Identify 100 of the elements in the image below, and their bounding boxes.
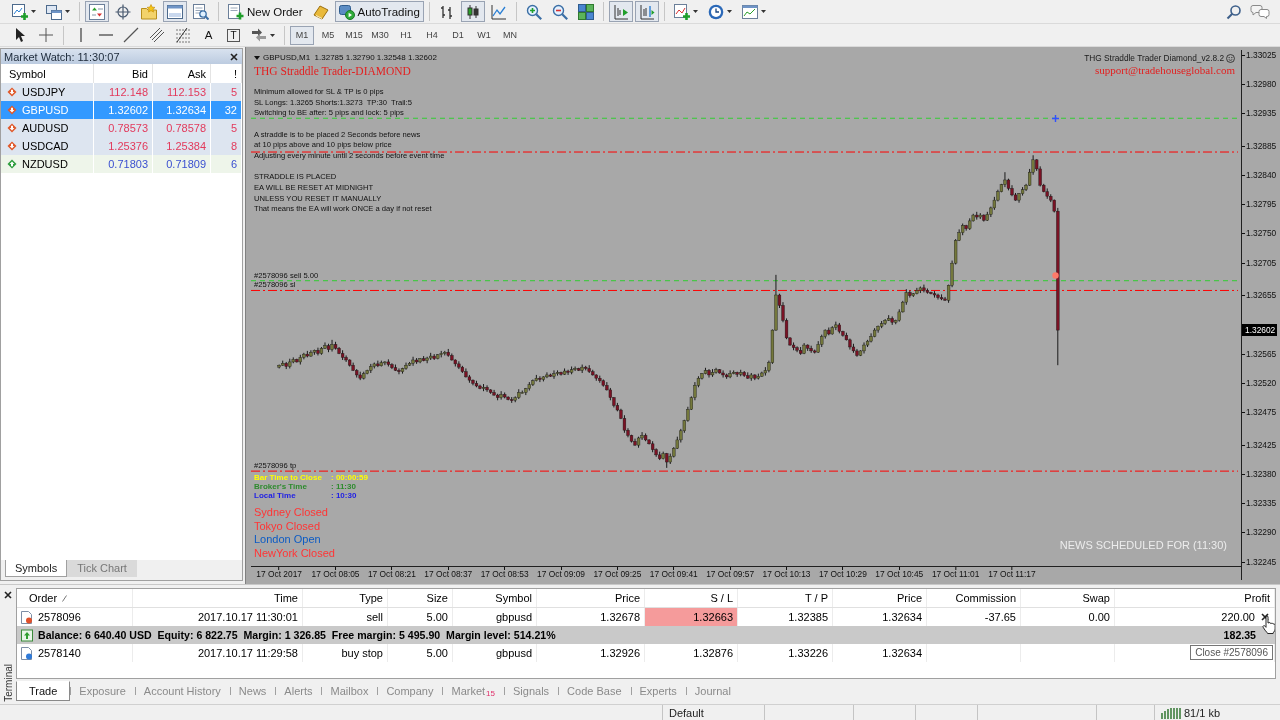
new-order-button[interactable]: New Order: [224, 1, 307, 22]
vertical-line-icon: [79, 28, 82, 42]
clock-icon: [707, 3, 724, 20]
close-button[interactable]: [228, 50, 240, 63]
timeframe-button[interactable]: M15: [342, 25, 366, 45]
auto-scroll-button[interactable]: [608, 1, 633, 22]
table-cell: 2578140: [38, 647, 81, 659]
search-icon: [1226, 3, 1242, 20]
table-cell: GBPUSD: [22, 104, 69, 116]
column-header[interactable]: Swap: [1082, 592, 1110, 604]
triangle-icon: [254, 55, 260, 60]
column-header[interactable]: Price: [614, 592, 640, 604]
table-cell: 1.32876: [645, 644, 738, 662]
timeframe-button[interactable]: W1: [472, 25, 496, 45]
session-status: Tokyo Closed: [254, 519, 322, 533]
table-cell: 220.00: [1221, 611, 1255, 623]
axis-label: 1.32380: [1242, 468, 1277, 480]
current-price-label: 1.32602: [1242, 324, 1278, 337]
column-header[interactable]: S / L: [710, 592, 733, 604]
table-cell: 2017.10.17 11:29:58: [133, 644, 303, 662]
trend-line-icon: [123, 27, 139, 43]
channel-icon: [149, 27, 165, 43]
table-cell: 1.32634: [833, 644, 927, 662]
bar-chart-icon: [438, 3, 455, 20]
axis-label: 1.32520: [1242, 377, 1277, 389]
session-status: Sydney Closed: [254, 506, 329, 520]
axis-label: 17 Oct 09:25: [593, 567, 642, 579]
timeframe-button[interactable]: M30: [368, 25, 392, 45]
clock-value: : 11:30: [331, 482, 357, 491]
table-cell: USDCAD: [22, 140, 69, 152]
market-watch-button[interactable]: [85, 1, 109, 22]
column-header[interactable]: Commission: [955, 592, 1016, 604]
session-status: London Open: [254, 533, 322, 547]
indicator-plus-icon: [673, 3, 690, 20]
quote-row[interactable]: NZDUSD 0.71803 0.71809 6: [1, 155, 242, 173]
arrows-icon: [251, 27, 267, 43]
text-label-button[interactable]: T: [222, 24, 245, 46]
candles-button[interactable]: [460, 1, 485, 22]
column-header[interactable]: Symbol: [495, 592, 532, 604]
timeframe-button[interactable]: H4: [420, 25, 444, 45]
template-icon: [741, 3, 758, 20]
unread-count: 15: [486, 689, 495, 698]
session-status: NewYork Closed: [254, 546, 336, 560]
axis-label: 17 Oct 11:17: [988, 567, 1036, 579]
timeframe-button[interactable]: H1: [394, 25, 418, 45]
book-icon: [312, 3, 329, 20]
quote-row[interactable]: USDJPY 112.148 112.153 5: [1, 83, 242, 101]
table-cell: AUDUSD: [22, 122, 69, 134]
traffic-text: 81/1 kb: [1184, 706, 1221, 719]
table-cell: gbpusd: [453, 644, 537, 662]
clock-label: Broker's Time: [254, 482, 308, 491]
column-header[interactable]: Time: [273, 592, 298, 604]
panel-title: Terminal: [2, 664, 14, 702]
table-cell: 6: [211, 155, 242, 173]
tab[interactable]: Symbols: [5, 560, 68, 577]
autotrading-button[interactable]: AutoTrading: [334, 1, 424, 22]
quotes-window-icon: [89, 3, 105, 20]
close-icon: [230, 52, 238, 61]
quote-row[interactable]: AUDUSD 0.78573 0.78578 5: [1, 119, 242, 137]
column-header[interactable]: T / P: [804, 592, 828, 604]
balance-summary: Balance: 6 640.40 USD Equity: 6 822.75 Margin: 1 326.85 Free margin: 5 495.90 Margin level: 514.21%: [38, 629, 556, 641]
axis-label: 1.32840: [1242, 169, 1277, 181]
column-header[interactable]: Order: [29, 592, 58, 604]
zoom-in-icon: [525, 3, 542, 20]
column-header[interactable]: Price: [896, 592, 922, 604]
table-cell: USDJPY: [22, 86, 66, 98]
table-cell: 1.33226: [738, 644, 833, 662]
column-header[interactable]: Size: [426, 592, 448, 604]
axis-label: 17 Oct 11:01: [931, 567, 980, 579]
axis-label: 17 Oct 2017: [256, 567, 302, 579]
chart-shift-icon: [638, 3, 655, 20]
axis-label: 17 Oct 08:37: [424, 567, 473, 579]
close-icon: [4, 591, 12, 599]
timeframe-button[interactable]: D1: [446, 25, 470, 45]
quote-row[interactable]: USDCAD 1.25376 1.25384 8: [1, 137, 242, 155]
axis-label: 1.32885: [1242, 140, 1277, 152]
chart-shift-button[interactable]: [634, 1, 659, 22]
timeframe-button[interactable]: M1: [290, 25, 314, 45]
axis-label: 17 Oct 08:21: [367, 567, 416, 579]
axis-label: 1.32565: [1242, 348, 1277, 360]
axis-label: 1.32245: [1242, 556, 1277, 568]
line-chart-icon: [490, 3, 507, 20]
close-button[interactable]: [2, 589, 14, 601]
tile-windows-icon: [577, 3, 594, 20]
column-header[interactable]: Profit: [1244, 592, 1270, 604]
timeframe-button[interactable]: M5: [316, 25, 340, 45]
connection-bars-icon: [1161, 706, 1181, 719]
terminal-button[interactable]: [163, 1, 187, 22]
magnifier-document-icon: [193, 3, 209, 20]
table-cell: 1.32663: [645, 608, 738, 626]
axis-label: 17 Oct 10:45: [875, 567, 924, 579]
axis-label: 17 Oct 10:13: [762, 567, 811, 579]
table-cell: 2578096: [38, 611, 81, 623]
text-button[interactable]: A: [197, 24, 220, 46]
tab[interactable]: Trade: [16, 681, 71, 701]
tooltip: Close #2578096: [1190, 645, 1273, 660]
horizontal-line-icon: [98, 34, 113, 36]
table-cell: NZDUSD: [22, 158, 68, 170]
timeframe-button[interactable]: MN: [498, 25, 522, 45]
column-header[interactable]: Type: [359, 592, 383, 604]
